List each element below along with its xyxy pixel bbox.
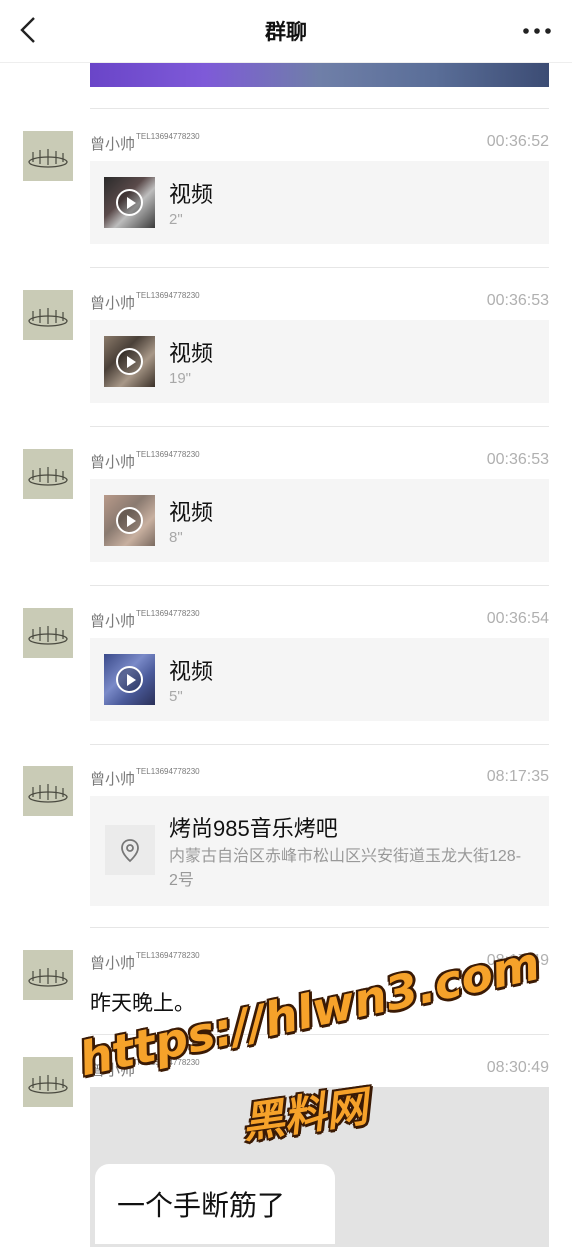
avatar[interactable] xyxy=(23,1057,73,1107)
avatar[interactable] xyxy=(23,131,73,181)
video-duration: 8" xyxy=(169,529,183,546)
video-message-card[interactable]: 视频 2" xyxy=(90,161,549,244)
more-horizontal-icon[interactable] xyxy=(522,27,552,35)
sender-tel: TEL13694778230 xyxy=(136,291,200,300)
video-title: 视频 xyxy=(169,500,214,525)
sender-name: 曾小帅TEL13694778230 xyxy=(90,951,200,972)
top-bar: 群聊 xyxy=(0,0,572,63)
video-title: 视频 xyxy=(169,659,214,684)
play-icon xyxy=(116,189,143,216)
divider xyxy=(90,927,549,928)
message-time: 00:36:52 xyxy=(486,133,549,150)
video-message-card[interactable]: 视频 8" xyxy=(90,479,549,562)
sender-tel: TEL13694778230 xyxy=(136,132,200,141)
video-message-card[interactable]: 视频 5" xyxy=(90,638,549,721)
sender-tel: TEL13694778230 xyxy=(136,450,200,459)
message-time: 08:17:35 xyxy=(486,768,549,785)
watermark: https://hlwn3.com 黑料网 xyxy=(70,936,550,1175)
image-bubble-text: 一个手断筋了 xyxy=(117,1190,286,1221)
video-duration: 2" xyxy=(169,211,183,228)
play-icon xyxy=(116,666,143,693)
sender-tel: TEL13694778230 xyxy=(136,951,200,960)
avatar[interactable] xyxy=(23,290,73,340)
divider xyxy=(90,267,549,268)
divider xyxy=(90,426,549,427)
play-icon xyxy=(116,507,143,534)
video-message-card[interactable]: 视频 19" xyxy=(90,320,549,403)
avatar[interactable] xyxy=(23,449,73,499)
video-thumbnail xyxy=(104,654,155,705)
sender-name: 曾小帅TEL13694778230 xyxy=(90,132,200,153)
page-title: 群聊 xyxy=(265,21,307,44)
avatar[interactable] xyxy=(23,608,73,658)
map-pin-icon xyxy=(105,825,155,875)
sender-name: 曾小帅TEL13694778230 xyxy=(90,450,200,471)
video-thumbnail xyxy=(104,177,155,228)
message-time: 00:36:54 xyxy=(486,610,549,627)
sender-name: 曾小帅TEL13694778230 xyxy=(90,609,200,630)
sender-tel: TEL13694778230 xyxy=(136,609,200,618)
sender-name: 曾小帅TEL13694778230 xyxy=(90,767,200,788)
message-time: 00:36:53 xyxy=(486,451,549,468)
video-thumbnail xyxy=(104,495,155,546)
avatar[interactable] xyxy=(23,766,73,816)
video-duration: 5" xyxy=(169,688,183,705)
watermark-name: 黑料网 xyxy=(239,1081,371,1148)
divider xyxy=(90,744,549,745)
avatar[interactable] xyxy=(23,950,73,1000)
video-duration: 19" xyxy=(169,370,192,387)
play-icon xyxy=(116,348,143,375)
location-address: 内蒙古自治区赤峰市松山区兴安街道玉龙大街128-2号 xyxy=(169,848,522,889)
sender-name: 曾小帅TEL13694778230 xyxy=(90,291,200,312)
video-title: 视频 xyxy=(169,182,214,207)
image-chat-bubble: 一个手断筋了 xyxy=(95,1164,335,1244)
divider xyxy=(90,585,549,586)
video-thumbnail xyxy=(104,336,155,387)
previous-image-message[interactable] xyxy=(90,62,549,87)
location-name: 烤尚985音乐烤吧 xyxy=(169,816,338,841)
video-title: 视频 xyxy=(169,341,214,366)
divider xyxy=(90,108,549,109)
sender-tel: TEL13694778230 xyxy=(136,767,200,776)
message-time: 00:36:53 xyxy=(486,292,549,309)
location-message-card[interactable]: 烤尚985音乐烤吧 内蒙古自治区赤峰市松山区兴安街道玉龙大街128-2号 xyxy=(90,796,549,906)
